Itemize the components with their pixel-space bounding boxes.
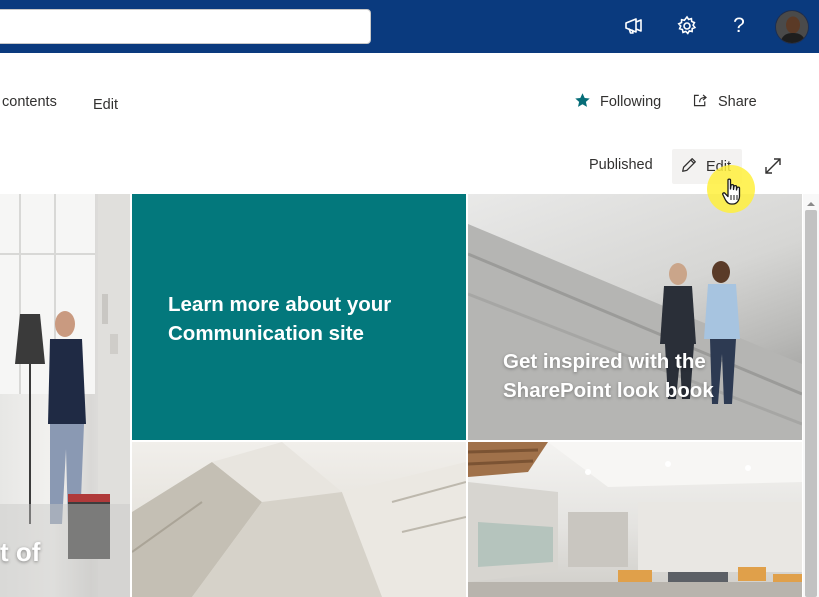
share-label: Share <box>718 94 757 110</box>
share-icon <box>692 92 709 113</box>
tile-office-title: t of <box>0 537 41 567</box>
scrollbar-thumb[interactable] <box>805 210 817 597</box>
help-glyph: ? <box>733 14 745 37</box>
architecture-photo <box>132 442 466 597</box>
hand-cursor-icon <box>722 178 744 206</box>
nav-edit[interactable]: Edit <box>93 97 118 113</box>
avatar[interactable] <box>775 10 809 44</box>
following-label: Following <box>600 94 662 110</box>
hero-tile-office[interactable]: t of <box>0 194 130 597</box>
share-button[interactable]: Share <box>692 90 757 114</box>
scroll-up-icon[interactable] <box>806 196 816 206</box>
following-button[interactable]: Following <box>574 90 661 114</box>
star-icon <box>574 92 591 113</box>
hero-tile-communication[interactable]: Learn more about your Communication site <box>132 194 466 440</box>
megaphone-icon[interactable] <box>618 10 650 42</box>
lobby-photo <box>468 442 802 597</box>
pencil-icon <box>680 156 698 178</box>
suite-bar: ? <box>0 0 819 53</box>
expand-icon[interactable] <box>760 153 786 179</box>
tile-communication-title: Learn more about your Communication site <box>168 293 392 345</box>
page-status: Published <box>589 157 653 173</box>
search-box[interactable] <box>0 9 371 44</box>
hero-tile-lookbook[interactable]: Get inspired with the SharePoint look bo… <box>468 194 802 440</box>
search-input[interactable] <box>0 10 370 43</box>
gear-icon[interactable] <box>671 10 703 42</box>
hero-tile-lobby[interactable] <box>468 442 802 597</box>
tile-lookbook-title: Get inspired with the SharePoint look bo… <box>503 350 714 402</box>
help-icon[interactable]: ? <box>723 10 755 42</box>
hero-tile-architecture[interactable] <box>132 442 466 597</box>
nav-site-contents[interactable]: contents <box>2 94 57 110</box>
